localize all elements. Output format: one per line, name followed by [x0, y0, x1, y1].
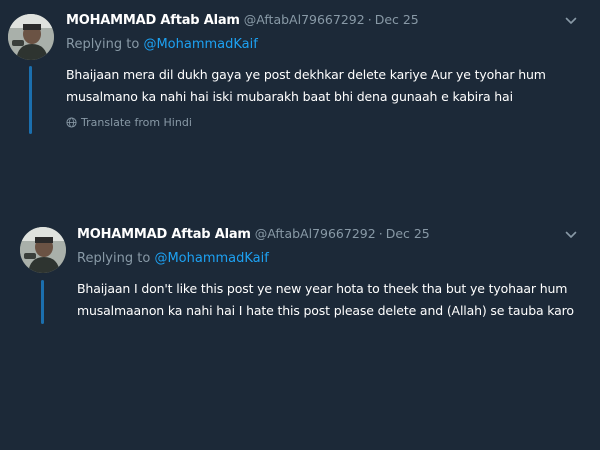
tweet-content: MOHAMMAD Aftab Alam @AftabAl79667292 · Dec … — [66, 10, 592, 129]
tweet-text: Bhaijaan mera dil dukh gaya ye post dekh… — [66, 67, 546, 104]
tweet-header: MOHAMMAD Aftab Alam @AftabAl79667292 · Dec … — [77, 224, 592, 244]
tweet-text: Bhaijaan I don't like this post ye new y… — [77, 281, 574, 318]
display-name[interactable]: MOHAMMAD Aftab Alam — [66, 13, 240, 28]
mention-link[interactable]: @MohammadKaif — [143, 37, 257, 52]
avatar-photo-icon — [20, 227, 66, 273]
display-name[interactable]: MOHAMMAD Aftab Alam — [77, 227, 251, 242]
tweet-date[interactable]: Dec 25 — [386, 226, 430, 241]
tweet-2[interactable]: MOHAMMAD Aftab Alam @AftabAl79667292 · Dec … — [0, 212, 600, 412]
replying-prefix: Replying to — [77, 251, 151, 266]
replying-prefix: Replying to — [66, 37, 140, 52]
globe-icon — [66, 117, 77, 128]
separator-dot: · — [367, 12, 372, 27]
thread-line — [29, 66, 32, 134]
thread-line — [41, 280, 44, 324]
chevron-down-icon[interactable] — [564, 14, 578, 28]
avatar[interactable] — [8, 14, 54, 60]
tweet-date[interactable]: Dec 25 — [375, 12, 419, 27]
replying-to: Replying to @MohammadKaif — [66, 36, 592, 54]
avatar[interactable] — [20, 227, 66, 273]
avatar-photo-icon — [8, 14, 54, 60]
user-handle[interactable]: @AftabAl79667292 — [255, 226, 376, 241]
tweet-header: MOHAMMAD Aftab Alam @AftabAl79667292 · Dec … — [66, 10, 592, 30]
translate-link[interactable]: Translate from Hindi — [66, 116, 592, 129]
mention-link[interactable]: @MohammadKaif — [154, 251, 268, 266]
separator-dot: · — [378, 226, 383, 241]
tweet-content: MOHAMMAD Aftab Alam @AftabAl79667292 · Dec … — [77, 224, 592, 322]
chevron-down-icon[interactable] — [564, 228, 578, 242]
tweet-1[interactable]: MOHAMMAD Aftab Alam @AftabAl79667292 · Dec … — [0, 0, 600, 200]
replying-to: Replying to @MohammadKaif — [77, 250, 592, 268]
translate-label[interactable]: Translate from Hindi — [81, 116, 192, 129]
user-handle[interactable]: @AftabAl79667292 — [244, 12, 365, 27]
